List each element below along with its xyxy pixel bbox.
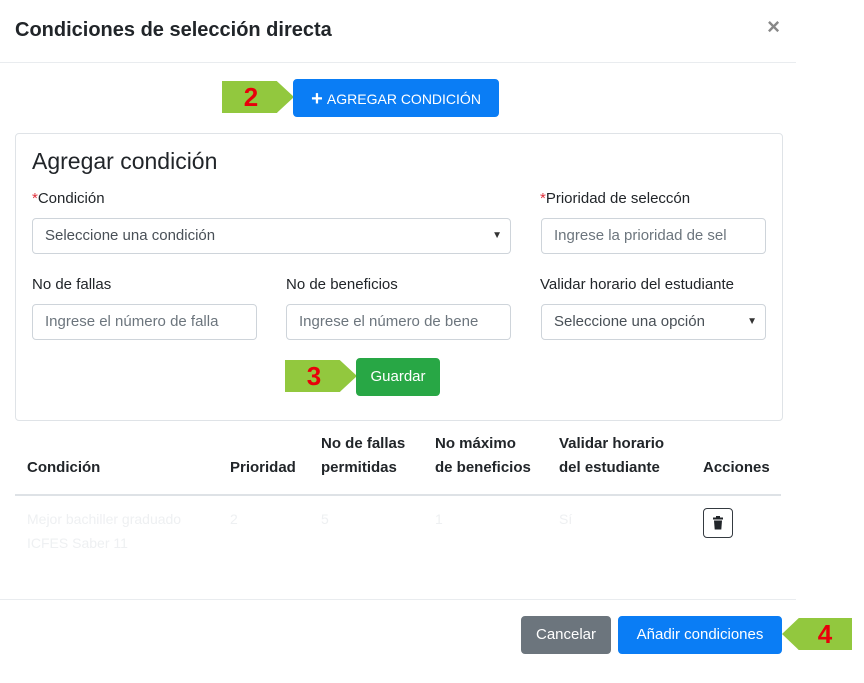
delete-row-button[interactable] <box>703 508 733 538</box>
chevron-down-icon: ▼ <box>492 230 502 241</box>
modal-dialog: Condiciones de selección directa × 2 + A… <box>0 0 796 682</box>
prioridad-input[interactable]: Ingrese la prioridad de sel <box>541 218 766 254</box>
cancel-button[interactable]: Cancelar <box>521 616 611 654</box>
horario-select[interactable]: Seleccione una opción ▼ <box>541 304 766 340</box>
cell-fallas: 5 <box>321 511 329 527</box>
horario-label: Validar horario del estudiante <box>540 276 735 293</box>
prioridad-placeholder: Ingrese la prioridad de sel <box>554 227 727 244</box>
column-header-beneficios: No máximo de beneficios <box>435 435 531 476</box>
add-condition-button[interactable]: + AGREGAR CONDICIÓN <box>293 79 499 117</box>
callout-step-4-number: 4 <box>817 619 833 649</box>
beneficios-label: No de beneficios <box>286 276 398 293</box>
beneficios-input[interactable]: Ingrese el número de bene <box>286 304 511 340</box>
callout-step-2: 2 <box>222 81 294 113</box>
close-icon[interactable]: × <box>767 16 780 38</box>
modal-title: Condiciones de selección directa <box>15 19 332 41</box>
fallas-placeholder: Ingrese el número de falla <box>45 313 219 330</box>
condicion-select[interactable]: Seleccione una condición ▼ <box>32 218 511 254</box>
horario-select-value: Seleccione una opción <box>554 313 705 330</box>
callout-step-2-number: 2 <box>243 82 259 112</box>
column-header-prioridad: Prioridad <box>230 459 296 476</box>
chevron-down-icon: ▼ <box>747 316 757 327</box>
add-condition-label: AGREGAR CONDICIÓN <box>326 91 481 107</box>
table-header: Condición Prioridad No de fallas permitid… <box>15 420 781 496</box>
condicion-select-value: Seleccione una condición <box>45 227 216 244</box>
trash-icon <box>713 516 723 530</box>
column-header-condicion: Condición <box>27 459 101 476</box>
plus-icon: + <box>311 88 323 110</box>
cell-horario: Sí <box>559 511 573 527</box>
condicion-label: *Condición <box>32 190 105 207</box>
column-header-acciones: Acciones <box>703 459 770 476</box>
cell-prioridad: 2 <box>230 511 238 527</box>
modal-footer: Cancelar Añadir condiciones <box>0 599 796 683</box>
column-header-horario: Validar horario del estudiante <box>559 435 665 476</box>
card-title: Agregar condición <box>32 148 218 174</box>
cell-condicion: Mejor bachiller graduado ICFES Saber 11 <box>27 511 182 551</box>
fallas-label: No de fallas <box>32 276 112 293</box>
column-header-fallas: No de fallas permitidas <box>321 435 406 476</box>
prioridad-label: *Prioridad de seleccón <box>540 190 691 207</box>
fallas-input[interactable]: Ingrese el número de falla <box>32 304 257 340</box>
table-row: Mejor bachiller graduado ICFES Saber 11 2… <box>15 495 781 575</box>
save-button[interactable]: Guardar <box>356 358 440 396</box>
modal-header: Condiciones de selección directa × <box>0 0 796 63</box>
cell-beneficios: 1 <box>435 511 443 527</box>
add-conditions-button[interactable]: Añadir condiciones <box>618 616 782 654</box>
beneficios-placeholder: Ingrese el número de bene <box>299 313 479 330</box>
callout-step-3-number: 3 <box>306 361 322 391</box>
